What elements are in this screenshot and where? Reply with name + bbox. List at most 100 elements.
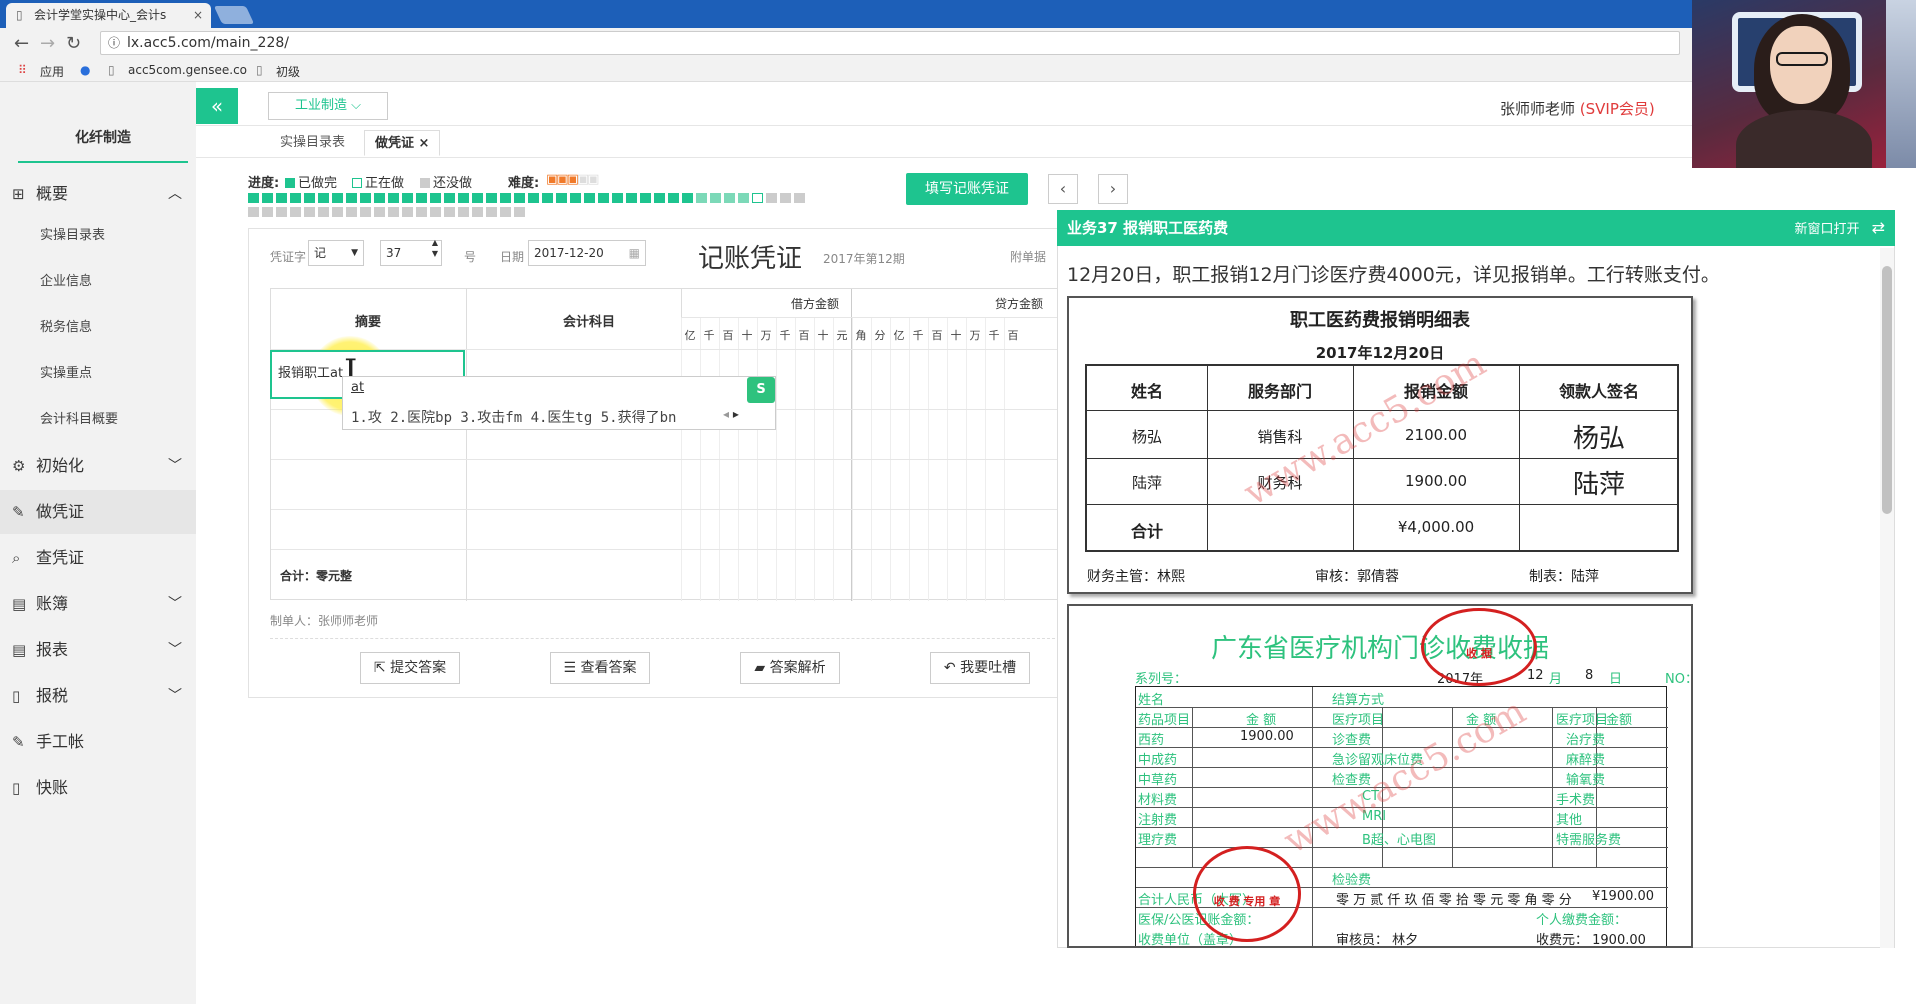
tab-catalog[interactable]: 实操目录表	[270, 130, 355, 156]
task-scrollbar[interactable]	[1880, 248, 1894, 948]
total-amount: ¥4,000.00	[1397, 518, 1475, 536]
top-bar	[196, 82, 1916, 126]
stepper-icon[interactable]: ▲ ▼	[432, 237, 438, 259]
sidebar-sub-company[interactable]: 企业信息	[0, 262, 196, 302]
receipt-day-unit: 日	[1609, 672, 1623, 687]
feedback-button[interactable]: ↶ 我要吐槽	[930, 652, 1030, 684]
progress-cell	[388, 207, 399, 217]
close-tab-icon[interactable]: ×	[193, 3, 203, 28]
footer-auditor: 审核：郭倩蓉	[1315, 569, 1399, 585]
bookmark-apps[interactable]: 应用	[40, 63, 64, 80]
sidebar-item-manual[interactable]: ✎ 手工帐	[0, 720, 196, 764]
sidebar-item-check-voucher[interactable]: ⌕ 查凭证	[0, 536, 196, 580]
reload-icon[interactable]: ↻	[66, 33, 81, 54]
sidebar-item-tax-filing[interactable]: ▯ 报税 ﹀	[0, 674, 196, 718]
receipt-auditor: 审核员： 林夕	[1336, 933, 1419, 948]
voucher-total: 合计：零元整	[280, 569, 353, 583]
fill-voucher-button[interactable]: 填写记账凭证	[906, 173, 1028, 205]
receipt-line	[1136, 827, 1668, 828]
digit-label: 千	[912, 329, 924, 342]
new-tab-button[interactable]	[213, 6, 255, 24]
progress-cell	[486, 193, 497, 203]
voucher-date-input[interactable]: 2017-12-20 ▦	[528, 240, 646, 266]
next-button[interactable]: ›	[1098, 174, 1128, 204]
page-icon: ▯	[108, 63, 115, 77]
ime-candidates[interactable]: 1.攻 2.医院bp 3.攻击fm 4.医生tg 5.获得了bn	[351, 407, 676, 427]
voucher-grid: 摘要 会计科目 借方金额 贷方金额 亿千百十万千百十元角分亿千百十万千百	[270, 288, 1061, 601]
sidebar-item-report[interactable]: ▤ 报表 ﹀	[0, 628, 196, 672]
receipt-line	[1192, 707, 1193, 867]
digit-label: 元	[836, 329, 848, 342]
back-icon[interactable]: ←	[14, 33, 29, 54]
calendar-icon[interactable]: ▦	[629, 241, 640, 265]
open-new-window-button[interactable]: 新窗口打开 ⇄	[1794, 210, 1885, 248]
sidebar-item-label: 初始化	[36, 456, 85, 475]
sidebar-item-overview[interactable]: ⊞ 概要 ︿	[0, 172, 196, 216]
col-debit-header: 借方金额	[791, 297, 840, 311]
sidebar-item-make-voucher[interactable]: ✎ 做凭证	[0, 490, 196, 534]
task-header: 业务37 报销职工医药费 新窗口打开 ⇄	[1057, 210, 1895, 246]
sidebar-sub-keypoints[interactable]: 实操重点	[0, 354, 196, 394]
receipt-mid-label: 检验费	[1332, 873, 1372, 888]
sidebar-item-quick[interactable]: ▯ 快账	[0, 766, 196, 810]
sidebar-sub-tax[interactable]: 税务信息	[0, 308, 196, 348]
progress-cell	[766, 193, 777, 203]
progress-cell	[472, 207, 483, 217]
header-signature: 领款人签名	[1558, 382, 1639, 401]
voucher-word-select[interactable]: 记 ▼	[308, 240, 364, 266]
submit-answer-button[interactable]: ⇱ 提交答案	[360, 652, 460, 684]
progress-cell	[416, 207, 427, 217]
progress-cell	[654, 193, 665, 203]
bookmark-gensee[interactable]: acc5com.gensee.co	[128, 63, 247, 77]
ime-page-arrows-icon[interactable]: ◂ ▸	[723, 407, 739, 421]
legend-doing-label: 正在做	[365, 176, 405, 191]
voucher-number-input[interactable]: 37 ▲ ▼	[380, 237, 442, 266]
progress-cell	[710, 193, 721, 203]
receipt-mid-label: 医疗项目	[1332, 713, 1385, 728]
page-icon: ▯	[256, 63, 263, 77]
browser-tab[interactable]: ▯ 会计学堂实操中心_会计s ×	[6, 3, 211, 28]
industry-select[interactable]: 工业制造 ⌵	[268, 92, 388, 120]
progress-cell	[444, 193, 455, 203]
progress-cell	[682, 193, 693, 203]
tab-make-voucher[interactable]: 做凭证 ×	[364, 130, 441, 156]
digit-label: 亿	[893, 329, 905, 342]
url-field[interactable]: ⓘ lx.acc5.com/main_228/	[100, 31, 1680, 55]
sidebar-sub-accounts[interactable]: 会计科目概要	[0, 400, 196, 440]
view-answer-button[interactable]: ☰ 查看答案	[550, 652, 650, 684]
progress-cell	[304, 207, 315, 217]
ime-candidate-window[interactable]: at S 1.攻 2.医院bp 3.攻击fm 4.医生tg 5.获得了bn ◂ …	[342, 376, 776, 430]
receipt-personal-label: 个人缴费金额：	[1536, 913, 1628, 928]
bookmark-chuji[interactable]: 初级	[276, 63, 300, 80]
progress-cell	[738, 193, 749, 203]
progress-cell	[402, 207, 413, 217]
progress-cell	[752, 193, 763, 203]
receipt-capital-amount: 零 万 贰 仟 玖 佰 零 拾 零 元 零 角 零 分	[1336, 893, 1572, 908]
answer-analysis-label: 答案解析	[769, 660, 826, 676]
sidebar-sub-catalog[interactable]: 实操目录表	[0, 216, 196, 256]
progress-cell	[500, 193, 511, 203]
answer-analysis-button[interactable]: ▰ 答案解析	[740, 652, 840, 684]
chevron-down-icon: ﹀	[168, 458, 182, 474]
digit-label: 千	[703, 329, 715, 342]
voucher-date-value: 2017-12-20	[534, 246, 604, 260]
reimburse-date: 2017年12月20日	[1315, 344, 1445, 362]
voucher-word-label: 凭证字	[270, 250, 307, 264]
scrollbar-thumb[interactable]	[1882, 266, 1892, 514]
user-info: 张师师老师 (SVIP会员)	[1500, 98, 1655, 119]
prev-button[interactable]: ‹	[1048, 174, 1078, 204]
close-icon[interactable]: ×	[419, 136, 430, 151]
apps-icon[interactable]: ⠿	[18, 63, 27, 77]
sidebar-item-init[interactable]: ⚙ 初始化 ﹀	[0, 444, 196, 488]
receipt-total-amount: ¥1900.00	[1592, 889, 1655, 904]
grid-row-line	[271, 549, 1059, 550]
external-icon: ⇱	[373, 660, 386, 676]
collapse-sidebar-button[interactable]: «	[196, 88, 238, 124]
progress-cell	[794, 193, 805, 203]
serial-label: 系列号：	[1135, 672, 1188, 687]
digit-label: 百	[722, 329, 734, 342]
forward-icon[interactable]: →	[40, 33, 55, 54]
sidebar-item-label: 报税	[36, 686, 69, 705]
sidebar-item-ledger[interactable]: ▤ 账簿 ﹀	[0, 582, 196, 626]
chevron-down-icon: ﹀	[168, 642, 182, 658]
